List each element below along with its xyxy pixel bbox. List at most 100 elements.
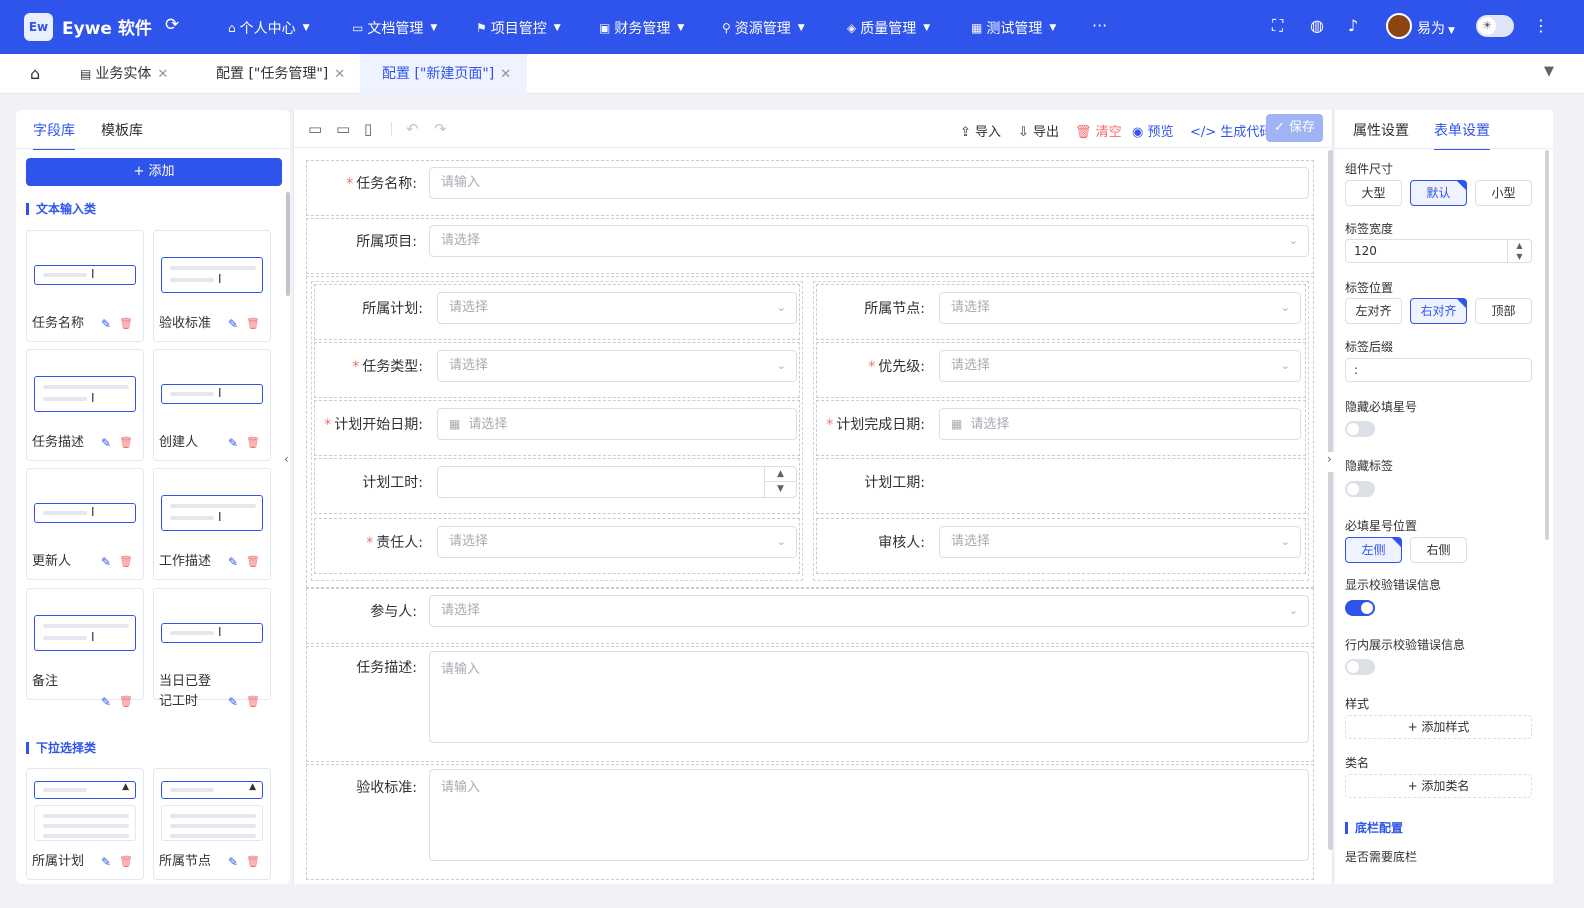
field-card[interactable]: I 备注 ✎ 🗑	[26, 588, 144, 709]
clear-button[interactable]: 🗑 清空	[1075, 121, 1122, 140]
avatar[interactable]	[1386, 13, 1412, 39]
form-item-priority[interactable]: * 优先级: 请选择 ⌄	[816, 342, 1306, 398]
scrollbar[interactable]	[1545, 150, 1549, 540]
start-date-picker[interactable]: ▦ 请选择	[437, 408, 797, 440]
form-item-task-desc[interactable]: 任务描述: 请输入	[306, 646, 1314, 762]
edit-icon[interactable]: ✎	[228, 555, 238, 569]
form-item-acceptance[interactable]: 验收标准: 请输入	[306, 764, 1314, 880]
form-item-project[interactable]: 所属项目: 请选择 ⌄	[306, 218, 1314, 274]
kebab-menu-icon[interactable]: ⋮	[1533, 16, 1549, 36]
form-item-owner[interactable]: * 责任人: 请选择 ⌄	[314, 518, 800, 574]
desktop-icon[interactable]: ▭	[308, 120, 322, 138]
tab-field-library[interactable]: 字段库	[33, 120, 75, 150]
label-suffix-input[interactable]: :	[1345, 358, 1532, 382]
add-style-button[interactable]: + 添加样式	[1345, 715, 1532, 739]
refresh-icon[interactable]: ⟳	[165, 15, 179, 35]
edit-icon[interactable]: ✎	[101, 695, 111, 709]
size-small-option[interactable]: 小型	[1475, 180, 1532, 206]
add-field-button[interactable]: + 添加	[26, 158, 282, 186]
chevron-down-icon[interactable]: ▼	[1508, 251, 1531, 262]
chevron-up-icon[interactable]: ▲	[765, 467, 796, 482]
reviewer-select[interactable]: 请选择 ⌄	[939, 526, 1301, 558]
bell-icon[interactable]: ♪	[1348, 16, 1358, 36]
field-card[interactable]: ▲ 所属计划 ✎ 🗑	[26, 768, 144, 880]
participants-select[interactable]: 请选择 ⌄	[429, 595, 1309, 627]
nav-resource[interactable]: ⚲ 资源管理 ▼	[722, 18, 805, 38]
field-card[interactable]: ▲ 所属节点 ✎ 🗑	[153, 768, 271, 880]
form-item-plan[interactable]: 所属计划: 请选择 ⌄	[314, 284, 800, 340]
form-item-reviewer[interactable]: 审核人: 请选择 ⌄	[816, 518, 1306, 574]
field-card[interactable]: I 创建人 ✎ 🗑	[153, 349, 271, 461]
close-icon[interactable]: ✕	[500, 67, 511, 82]
delete-icon[interactable]: 🗑	[119, 555, 133, 568]
app-logo[interactable]: Ew	[24, 13, 53, 41]
tab-form-settings[interactable]: 表单设置	[1434, 120, 1490, 150]
plan-select[interactable]: 请选择 ⌄	[437, 292, 797, 324]
field-card[interactable]: I 工作描述 ✎ 🗑	[153, 468, 271, 580]
nav-test[interactable]: ▦ 测试管理 ▼	[971, 18, 1056, 38]
priority-select[interactable]: 请选择 ⌄	[939, 350, 1301, 382]
label-left-option[interactable]: 左对齐	[1345, 298, 1402, 324]
theme-toggle[interactable]: ☀	[1476, 15, 1514, 37]
nav-quality[interactable]: ◈ 质量管理 ▼	[847, 18, 930, 38]
tab-property-settings[interactable]: 属性设置	[1353, 120, 1409, 148]
edit-icon[interactable]: ✎	[228, 436, 238, 450]
tablet-icon[interactable]: ▭	[336, 120, 350, 138]
form-item-end-date[interactable]: * 计划完成日期: ▦ 请选择	[816, 400, 1306, 456]
form-item-plan-hours[interactable]: 计划工时: ▲ ▼	[314, 458, 800, 514]
undo-icon[interactable]: ↶	[406, 120, 419, 138]
nav-finance[interactable]: ▣ 财务管理 ▼	[599, 18, 684, 38]
owner-select[interactable]: 请选择 ⌄	[437, 526, 797, 558]
plan-hours-input[interactable]: ▲ ▼	[437, 466, 797, 498]
end-date-picker[interactable]: ▦ 请选择	[939, 408, 1301, 440]
edit-icon[interactable]: ✎	[101, 317, 111, 331]
required-right-option[interactable]: 右侧	[1410, 537, 1467, 563]
fullscreen-icon[interactable]: ⛶	[1272, 16, 1283, 36]
delete-icon[interactable]: 🗑	[119, 695, 133, 708]
delete-icon[interactable]: 🗑	[246, 695, 260, 708]
edit-icon[interactable]: ✎	[101, 855, 111, 869]
acceptance-textarea[interactable]: 请输入	[429, 769, 1309, 861]
form-item-node[interactable]: 所属节点: 请选择 ⌄	[816, 284, 1306, 340]
home-tab-icon[interactable]: ⌂	[30, 64, 40, 83]
chevron-up-icon[interactable]: ▲	[1508, 240, 1531, 251]
project-select[interactable]: 请选择 ⌄	[429, 225, 1309, 257]
nav-personal[interactable]: ⌂ 个人中心 ▼	[228, 18, 310, 38]
field-card[interactable]: I 更新人 ✎ 🗑	[26, 468, 144, 580]
task-desc-textarea[interactable]: 请输入	[429, 651, 1309, 743]
required-left-option[interactable]: 左侧	[1345, 537, 1402, 563]
edit-icon[interactable]: ✎	[228, 855, 238, 869]
redo-icon[interactable]: ↷	[434, 120, 447, 138]
edit-icon[interactable]: ✎	[101, 436, 111, 450]
field-card[interactable]: I 当日已登记工时 ✎ 🗑	[153, 588, 271, 709]
more-icon[interactable]: ···	[1092, 16, 1107, 36]
delete-icon[interactable]: 🗑	[119, 436, 133, 449]
edit-icon[interactable]: ✎	[101, 555, 111, 569]
user-menu[interactable]: 易为 ▼	[1417, 18, 1455, 38]
field-card[interactable]: I 验收标准 ✎ 🗑	[153, 230, 271, 342]
hide-label-switch[interactable]	[1345, 481, 1375, 497]
chevron-down-icon[interactable]: ▼	[1544, 64, 1554, 79]
preview-button[interactable]: ◉ 预览	[1132, 121, 1174, 140]
number-stepper[interactable]: ▲ ▼	[764, 467, 796, 497]
scrollbar[interactable]	[1328, 150, 1333, 850]
globe-icon[interactable]: ◍	[1310, 16, 1324, 36]
task-name-input[interactable]: 请输入	[429, 167, 1309, 199]
delete-icon[interactable]: 🗑	[246, 436, 260, 449]
node-select[interactable]: 请选择 ⌄	[939, 292, 1301, 324]
chevron-down-icon[interactable]: ▼	[765, 482, 796, 497]
number-stepper[interactable]: ▲ ▼	[1507, 240, 1531, 262]
close-icon[interactable]: ✕	[157, 67, 168, 82]
grid-col-left[interactable]: 所属计划: 请选择 ⌄ * 任务类型: 请选择 ⌄ * 计划开始日期: ▦ 请选择 计划工…	[311, 281, 803, 581]
save-button[interactable]: ✓ 保存	[1266, 114, 1323, 142]
label-width-input[interactable]: 120 ▲ ▼	[1345, 239, 1532, 263]
tab-config-task[interactable]: 配置 ["任务管理"] ✕	[204, 54, 357, 94]
form-item-task-type[interactable]: * 任务类型: 请选择 ⌄	[314, 342, 800, 398]
nav-project[interactable]: ⚑ 项目管控 ▼	[476, 18, 561, 38]
mobile-icon[interactable]: ▯	[364, 120, 372, 138]
tab-template-library[interactable]: 模板库	[101, 120, 143, 148]
form-item-plan-period[interactable]: 计划工期:	[816, 458, 1306, 514]
grid-layout[interactable]: 所属计划: 请选择 ⌄ * 任务类型: 请选择 ⌄ * 计划开始日期: ▦ 请选择 计划工…	[306, 276, 1314, 588]
tab-config-new-page[interactable]: 配置 ["新建页面"] ✕	[360, 54, 528, 94]
export-button[interactable]: ⇩ 导出	[1018, 121, 1059, 140]
